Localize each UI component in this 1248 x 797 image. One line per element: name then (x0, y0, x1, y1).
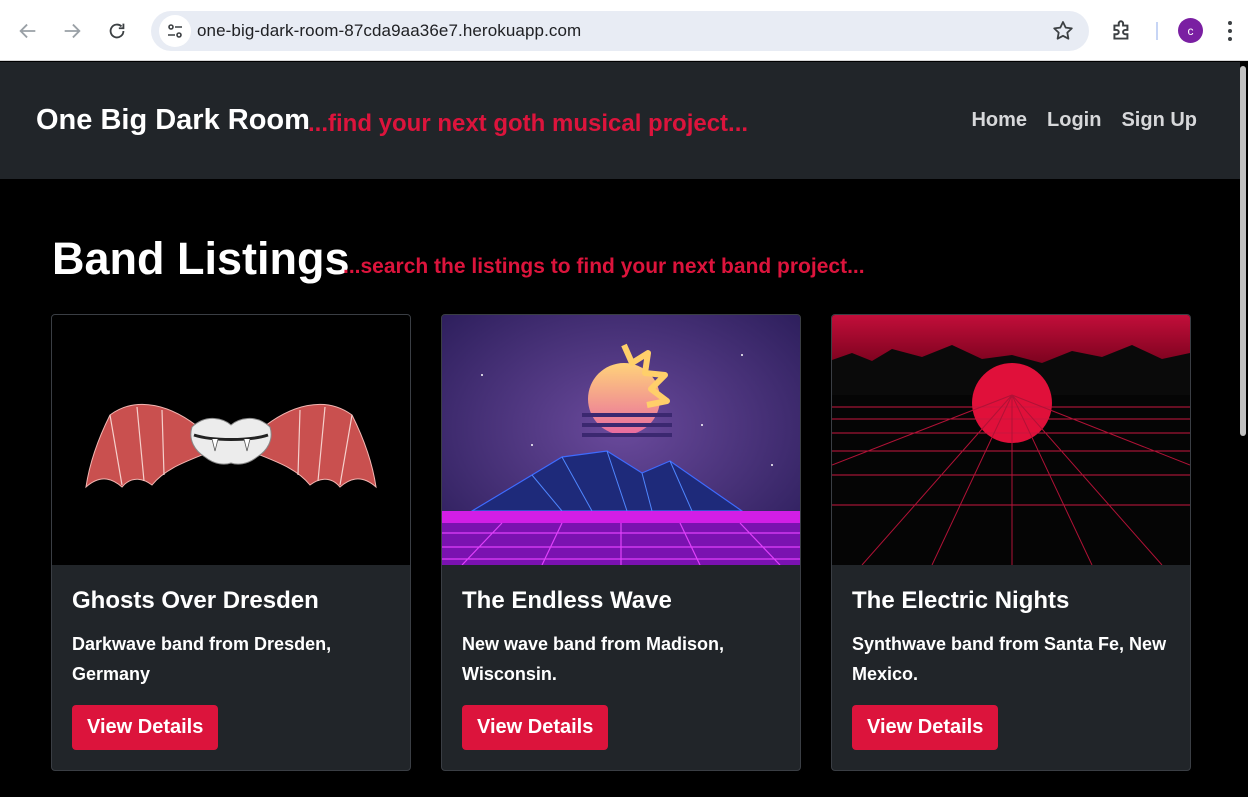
forward-arrow-icon[interactable] (57, 16, 87, 46)
bookmark-star-icon[interactable] (1051, 19, 1075, 43)
extensions-puzzle-icon[interactable] (1109, 18, 1135, 44)
site-header: One Big Dark Room ...find your next goth… (0, 62, 1240, 179)
browser-toolbar: one-big-dark-room-87cda9aa36e7.herokuapp… (0, 0, 1248, 61)
view-details-button[interactable]: View Details (72, 705, 219, 750)
address-bar[interactable]: one-big-dark-room-87cda9aa36e7.herokuapp… (151, 11, 1089, 51)
site-settings-icon[interactable] (159, 15, 191, 47)
bat-lips-image (52, 315, 410, 565)
card-title: Ghosts Over Dresden (72, 587, 319, 614)
page-scrollbar[interactable] (1240, 66, 1246, 436)
profile-avatar[interactable]: c (1178, 18, 1203, 43)
view-details-button[interactable]: View Details (462, 705, 609, 750)
page-subtitle: ...search the listings to find your next… (343, 255, 865, 278)
card-title: The Endless Wave (462, 587, 672, 614)
card-title: The Electric Nights (852, 587, 1070, 614)
page-content: One Big Dark Room ...find your next goth… (0, 62, 1248, 797)
browser-menu-icon[interactable] (1226, 20, 1234, 42)
url-text[interactable]: one-big-dark-room-87cda9aa36e7.herokuapp… (197, 21, 581, 41)
red-sun-grid-image (832, 315, 1190, 565)
card-description: Darkwave band from Dresden, Germany (72, 634, 332, 684)
site-tagline: ...find your next goth musical project..… (308, 110, 749, 137)
retro-sun-mountains-image (442, 315, 800, 565)
view-details-button[interactable]: View Details (852, 705, 999, 750)
band-card: Ghosts Over Dresden Darkwave band from D… (51, 314, 411, 771)
card-description: New wave band from Madison, Wisconsin. (462, 634, 725, 684)
nav-home[interactable]: Home (971, 109, 1027, 132)
card-description: Synthwave band from Santa Fe, New Mexico… (852, 634, 1167, 684)
back-arrow-icon[interactable] (13, 16, 43, 46)
band-card: The Electric Nights Synthwave band from … (831, 314, 1191, 771)
main-nav: Home Login Sign Up (971, 109, 1197, 132)
reload-icon[interactable] (102, 16, 132, 46)
page-title: Band Listings (52, 233, 350, 284)
nav-login[interactable]: Login (1047, 109, 1101, 132)
nav-sign-up[interactable]: Sign Up (1121, 109, 1197, 132)
band-card: The Endless Wave New wave band from Madi… (441, 314, 801, 771)
site-brand[interactable]: One Big Dark Room (36, 104, 310, 137)
toolbar-divider (1156, 22, 1158, 40)
